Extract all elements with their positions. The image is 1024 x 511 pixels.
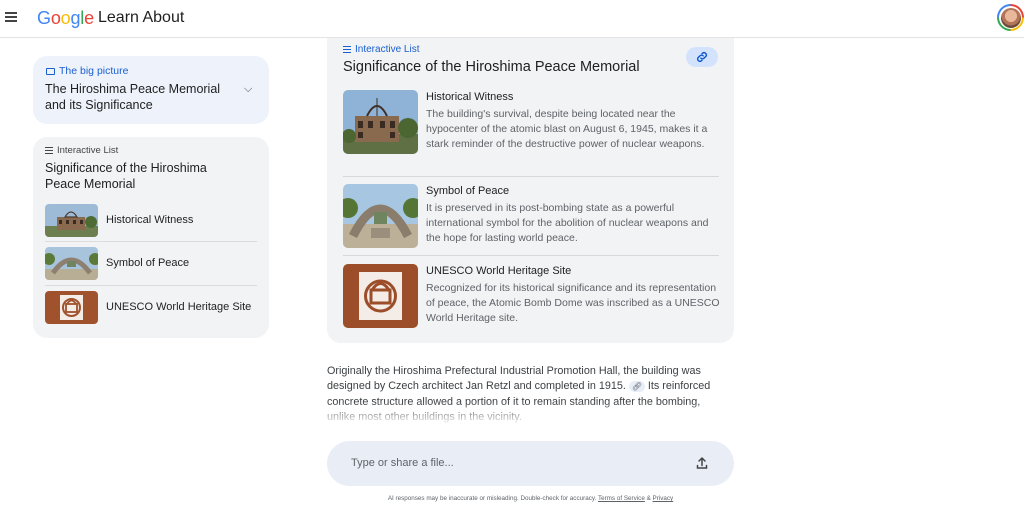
sidebar-item-symbol-of-peace[interactable]: Symbol of Peace bbox=[45, 245, 257, 285]
interactive-list-title: Significance of the Hiroshima Peace Memo… bbox=[45, 161, 207, 191]
terms-link[interactable]: Terms of Service bbox=[598, 495, 645, 502]
main-list-title: Significance of the Hiroshima Peace Memo… bbox=[343, 59, 640, 75]
sidebar-item-label: UNESCO World Heritage Site bbox=[106, 301, 252, 313]
citation-link-icon[interactable]: 🔗︎ bbox=[628, 380, 645, 392]
text-fade bbox=[320, 402, 740, 426]
main-interactive-list-card: Interactive List Significance of the Hir… bbox=[327, 38, 734, 343]
divider bbox=[45, 285, 257, 286]
menu-icon[interactable] bbox=[5, 12, 17, 22]
unesco-emblem bbox=[343, 264, 418, 328]
unesco-emblem bbox=[45, 291, 98, 324]
sidebar-interactive-list: Interactive List Significance of the Hir… bbox=[33, 137, 269, 338]
cenotaph-photo bbox=[343, 184, 418, 248]
list-item-description: It is preserved in its post-bombing stat… bbox=[426, 202, 709, 244]
sidebar-item-historical-witness[interactable]: Historical Witness bbox=[45, 202, 257, 242]
interactive-list-label-text: Interactive List bbox=[57, 145, 119, 156]
cenotaph-photo bbox=[45, 247, 98, 280]
list-item-heading: UNESCO World Heritage Site bbox=[426, 265, 572, 277]
chat-input[interactable] bbox=[351, 453, 681, 473]
chevron-down-icon[interactable]: ⌵ bbox=[244, 83, 252, 96]
privacy-link[interactable]: Privacy bbox=[653, 495, 674, 502]
upload-icon[interactable] bbox=[695, 456, 709, 470]
link-button[interactable] bbox=[686, 47, 718, 67]
big-picture-label: The big picture bbox=[46, 65, 128, 77]
list-icon bbox=[343, 46, 351, 53]
chat-input-bar bbox=[327, 441, 734, 486]
interactive-list-label: Interactive List bbox=[45, 145, 118, 156]
top-bar: Google Learn About bbox=[0, 0, 1024, 38]
divider bbox=[343, 255, 719, 256]
main-list-label: Interactive List bbox=[343, 44, 419, 55]
disclaimer-amp: & bbox=[646, 495, 651, 502]
sidebar-item-unesco[interactable]: UNESCO World Heritage Site bbox=[45, 289, 257, 329]
big-picture-title: The Hiroshima Peace Memorial and its Sig… bbox=[45, 82, 221, 112]
list-icon bbox=[45, 147, 53, 154]
paragraph-text: Originally the Hiroshima Prefectural Ind… bbox=[327, 365, 701, 393]
dome-ruins-photo bbox=[45, 204, 98, 237]
list-item-heading: Historical Witness bbox=[426, 91, 514, 103]
main-list-label-text: Interactive List bbox=[355, 44, 420, 55]
divider bbox=[343, 176, 719, 177]
dome-ruins-photo bbox=[343, 90, 418, 154]
product-name: Learn About bbox=[98, 9, 185, 26]
list-item-unesco[interactable]: UNESCO World Heritage Site Recognized fo… bbox=[343, 264, 720, 330]
list-item-description: Recognized for its historical significan… bbox=[426, 282, 720, 324]
divider bbox=[45, 241, 257, 242]
big-picture-card[interactable]: The big picture The Hiroshima Peace Memo… bbox=[33, 56, 269, 124]
sidebar-item-label: Historical Witness bbox=[106, 214, 194, 226]
link-icon bbox=[697, 52, 707, 62]
profile-photo bbox=[1000, 7, 1021, 28]
list-item-heading: Symbol of Peace bbox=[426, 185, 510, 197]
avatar[interactable] bbox=[997, 4, 1024, 31]
list-item-symbol-of-peace[interactable]: Symbol of Peace It is preserved in its p… bbox=[343, 184, 719, 250]
disclaimer: AI responses may be inaccurate or mislea… bbox=[327, 495, 734, 502]
list-item-description: The building's survival, despite being l… bbox=[426, 108, 708, 150]
big-picture-icon bbox=[46, 67, 55, 75]
disclaimer-text: AI responses may be inaccurate or mislea… bbox=[387, 495, 597, 502]
google-logo[interactable]: Google bbox=[37, 8, 94, 29]
big-picture-label-text: The big picture bbox=[59, 65, 129, 77]
sidebar-item-label: Symbol of Peace bbox=[106, 257, 190, 269]
list-item-historical-witness[interactable]: Historical Witness The building's surviv… bbox=[343, 90, 719, 162]
